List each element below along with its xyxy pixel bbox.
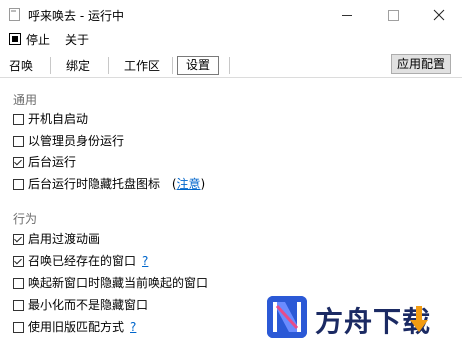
checkbox[interactable]: [13, 322, 24, 333]
checkbox[interactable]: [13, 278, 24, 289]
option-label: 最小化而不是隐藏窗口: [28, 298, 149, 312]
checkbox-checked[interactable]: [13, 256, 24, 267]
tab-summon[interactable]: 召唤: [9, 58, 33, 74]
close-button[interactable]: [416, 0, 462, 30]
option-autostart[interactable]: 开机自启动: [13, 111, 88, 127]
option-label: 召唤已经存在的窗口: [28, 254, 137, 268]
checkbox[interactable]: [13, 300, 24, 311]
download-arrow-icon: [410, 306, 428, 332]
option-hide-current-window[interactable]: 唤起新窗口时隐藏当前唤起的窗口: [13, 275, 208, 291]
maximize-icon: [387, 9, 399, 21]
note-link[interactable]: 注意: [177, 177, 201, 191]
title-bar: 呼来唤去 - 运行中: [0, 0, 462, 30]
checkbox-checked[interactable]: [13, 157, 24, 168]
tab-settings[interactable]: 设置: [177, 56, 220, 75]
minimize-icon: [342, 14, 352, 16]
menu-bar: 停止 关于: [0, 30, 462, 50]
minimize-button[interactable]: [324, 0, 370, 30]
option-label: 以管理员身份运行: [28, 134, 125, 148]
tab-workspace[interactable]: 工作区: [124, 58, 160, 74]
option-hide-tray-icon[interactable]: 后台运行时隐藏托盘图标 (注意): [13, 176, 205, 192]
option-summon-existing-window[interactable]: 召唤已经存在的窗口?: [13, 253, 148, 269]
menu-stop[interactable]: 停止: [26, 32, 50, 48]
tab-divider: [50, 57, 51, 74]
tab-divider: [172, 57, 173, 74]
checkbox[interactable]: [13, 136, 24, 147]
option-minimize-instead-of-hide[interactable]: 最小化而不是隐藏窗口: [13, 297, 148, 313]
option-label: 开机自启动: [28, 112, 89, 126]
tab-bind[interactable]: 绑定: [66, 58, 90, 74]
app-icon: [9, 8, 20, 21]
close-icon: [433, 9, 445, 21]
tab-divider: [229, 57, 230, 74]
option-label: 启用过渡动画: [28, 232, 101, 246]
tab-divider: [108, 57, 109, 74]
option-label: 后台运行时隐藏托盘图标: [28, 177, 161, 191]
checkbox[interactable]: [13, 114, 24, 125]
help-link[interactable]: ?: [142, 254, 148, 268]
checkbox-checked[interactable]: [13, 234, 24, 245]
maximize-button[interactable]: [370, 0, 416, 30]
section-title-general: 通用: [13, 93, 38, 107]
option-run-as-admin[interactable]: 以管理员身份运行: [13, 133, 124, 149]
watermark-logo-icon: [267, 296, 307, 338]
option-transition-animation[interactable]: 启用过渡动画: [13, 231, 100, 247]
option-label: 使用旧版匹配方式: [28, 320, 125, 334]
help-link[interactable]: ?: [130, 320, 136, 334]
section-title-behavior: 行为: [13, 212, 38, 226]
checkbox[interactable]: [13, 179, 24, 190]
apply-config-button[interactable]: 应用配置: [391, 54, 451, 74]
option-label: 后台运行: [28, 155, 77, 169]
option-background-run[interactable]: 后台运行: [13, 154, 76, 170]
note-paren-close: ): [200, 177, 206, 191]
option-legacy-matching[interactable]: 使用旧版匹配方式?: [13, 319, 136, 335]
watermark: 方舟下载: [267, 296, 447, 342]
stop-icon: [9, 33, 21, 45]
window-title: 呼来唤去 - 运行中: [28, 9, 124, 23]
menu-about[interactable]: 关于: [65, 32, 89, 48]
option-label: 唤起新窗口时隐藏当前唤起的窗口: [28, 276, 209, 290]
